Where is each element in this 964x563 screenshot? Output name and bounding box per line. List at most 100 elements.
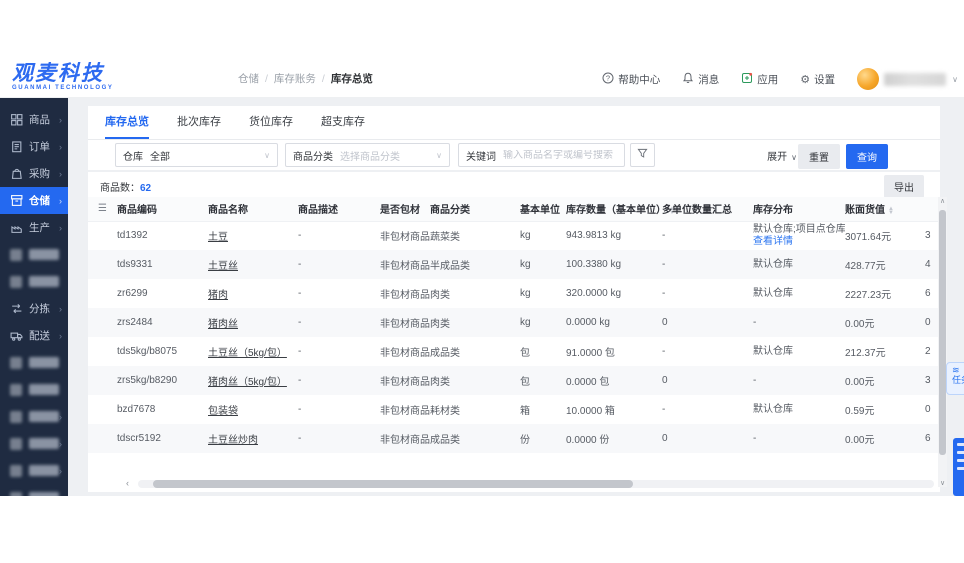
apps-button[interactable]: 应用	[741, 72, 778, 87]
tab-2[interactable]: 货位库存	[249, 106, 293, 139]
scroll-left-icon[interactable]: ‹	[126, 478, 129, 488]
filter-row: 仓库 全部 ∨ 商品分类 选择商品分类 ∨ 关键词 输入商品名字或编号搜索 展开…	[88, 140, 940, 170]
sidebar-nav: 商品 › 订单 › 采购 › 仓储 › 生产 › 分拣 › 配送 › › › ›	[0, 98, 68, 496]
cell-unit: kg	[520, 288, 531, 299]
settings-button[interactable]: ⚙ 设置	[800, 72, 835, 87]
cell-multi: -	[662, 250, 753, 279]
tab-0[interactable]: 库存总览	[105, 106, 149, 139]
sidebar-item-label: 订单	[29, 141, 50, 153]
product-name-link[interactable]: 土豆丝（5kg/包）	[208, 348, 287, 359]
warehouse-select[interactable]: 仓库 全部 ∨	[115, 143, 278, 167]
sidebar-item-redacted[interactable]: ›	[0, 403, 68, 430]
tab-1[interactable]: 批次库存	[177, 106, 221, 139]
product-name-link[interactable]: 土豆	[208, 232, 228, 243]
sidebar-item-delivery[interactable]: 配送 ›	[0, 322, 68, 349]
horizontal-scroll-thumb[interactable]	[153, 480, 633, 488]
product-name-link[interactable]: 土豆丝	[208, 261, 238, 272]
sidebar-item-orders[interactable]: 订单 ›	[0, 133, 68, 160]
cell-value: 212.37元	[845, 348, 886, 359]
chevron-right-icon: ›	[59, 195, 62, 206]
table-row: bzd7678 包装袋 - 非包材商品 耗材类箱 10.0000 箱 - 默认仓库 0.59元 0	[88, 395, 940, 424]
cell-qty: 100.3380 kg	[566, 250, 662, 279]
side-panel-tab[interactable]	[953, 438, 964, 496]
chevron-right-icon: ›	[59, 114, 62, 125]
query-button[interactable]: 查询	[846, 144, 888, 169]
cell-handle	[88, 308, 117, 337]
breadcrumb-level2[interactable]: 库存账务	[274, 73, 316, 85]
sort-value-icon[interactable]: ▲ ▼	[888, 206, 894, 216]
cell-desc: -	[298, 404, 302, 415]
cell-unit: 包	[520, 348, 530, 359]
gear-icon: ⚙	[800, 73, 811, 86]
sidebar-item-label: 配送	[29, 330, 50, 342]
product-name-link[interactable]: 猪肉丝（5kg/包）	[208, 377, 287, 388]
cell-desc: -	[298, 288, 302, 299]
cell-qty: 320.0000 kg	[566, 288, 622, 299]
cell-value: 2227.23元	[845, 290, 892, 301]
tab-bar: 库存总览 批次库存 货位库存 超支库存	[88, 106, 940, 140]
horizontal-scrollbar[interactable]: ‹ ›	[126, 478, 934, 488]
view-detail-link[interactable]: 查看详情	[753, 236, 793, 247]
cell-category: 成品类	[430, 348, 460, 359]
sidebar-item-redacted[interactable]: ›	[0, 430, 68, 457]
scroll-up-icon[interactable]: ∧	[938, 197, 947, 205]
cell-code: zr6299	[117, 288, 148, 299]
export-button[interactable]: 导出	[884, 175, 924, 198]
sidebar-item-label: 分拣	[29, 303, 50, 315]
product-name-link[interactable]: 包装袋	[208, 406, 238, 417]
help-center-button[interactable]: ? 帮助中心	[602, 72, 660, 87]
sidebar-item-redacted[interactable]: ›	[0, 457, 68, 484]
advanced-filter-button[interactable]	[630, 143, 655, 167]
breadcrumb-level1[interactable]: 仓储	[238, 73, 259, 85]
task-float-button[interactable]: ≋ 任务	[946, 362, 964, 395]
cell-category: 肉类	[430, 308, 520, 337]
reset-button[interactable]: 重置	[798, 144, 840, 169]
product-name-link[interactable]: 猪肉丝	[208, 319, 238, 330]
chevron-right-icon: ›	[59, 303, 62, 314]
cell-multi: -	[662, 453, 753, 459]
product-name-link[interactable]: 猪肉	[208, 290, 228, 301]
inventory-table: ☰ 商品编码 商品名称 商品描述 是否包材 商品分类 基本单位 库存数量（基本单…	[88, 197, 940, 459]
sidebar-item-redacted[interactable]	[0, 484, 68, 496]
cell-unit: 包	[520, 453, 566, 459]
cell-qty: 0.0000 kg	[566, 308, 662, 337]
table-row: zrs5kg/b8290 猪肉丝（5kg/包） - 非包材商品 肉类包 0.0000 包0…	[88, 366, 940, 395]
sidebar-item-warehouse[interactable]: 仓储 ›	[0, 187, 68, 214]
product-name-link[interactable]: 土豆丝炒肉	[208, 435, 258, 446]
chevron-right-icon: ›	[59, 411, 62, 422]
scroll-down-icon[interactable]: ∨	[938, 479, 947, 487]
cell-handle	[88, 424, 117, 453]
column-settings-icon[interactable]: ☰	[88, 203, 107, 214]
cell-handle	[88, 337, 117, 366]
keyword-input[interactable]	[503, 149, 617, 161]
vertical-scroll-thumb[interactable]	[939, 210, 946, 455]
sidebar-item-sorting[interactable]: 分拣 ›	[0, 295, 68, 322]
redacted-label	[29, 357, 59, 368]
category-select-placeholder: 选择商品分类	[340, 151, 400, 163]
cell-pack: 非包材商品	[380, 453, 430, 459]
sidebar-item-redacted[interactable]	[0, 241, 68, 268]
redacted-label	[29, 411, 59, 422]
chevron-right-icon: ›	[59, 438, 62, 449]
main-content: 库存总览 批次库存 货位库存 超支库存 仓库 全部 ∨ 商品分类 选择商品分类 ∨ 关…	[68, 98, 964, 496]
expand-filters-link[interactable]: 展开 ∨	[767, 148, 797, 163]
tab-3[interactable]: 超支库存	[321, 106, 365, 139]
chevron-down-icon: ∨	[264, 150, 270, 160]
sidebar-item-redacted[interactable]	[0, 349, 68, 376]
vertical-scrollbar[interactable]: ∧ ∨	[938, 197, 947, 487]
messages-button[interactable]: 消息	[682, 72, 719, 87]
col-distribution: 库存分布	[753, 197, 845, 222]
chevron-down-icon[interactable]: ∨	[952, 75, 958, 84]
cell-qty: 0.0000 份	[566, 424, 662, 453]
redacted-icon	[10, 491, 22, 496]
sidebar-item-goods[interactable]: 商品 ›	[0, 106, 68, 133]
sidebar-item-redacted[interactable]	[0, 268, 68, 295]
cell-handle	[88, 366, 117, 395]
sidebar-item-purchase[interactable]: 采购 ›	[0, 160, 68, 187]
sidebar-item-production[interactable]: 生产 ›	[0, 214, 68, 241]
sidebar-item-redacted[interactable]	[0, 376, 68, 403]
cell-distribution: 默认仓库	[753, 287, 793, 299]
user-avatar[interactable]	[857, 68, 880, 90]
category-select[interactable]: 商品分类 选择商品分类 ∨	[285, 143, 450, 167]
cell-name: 猪肉	[208, 279, 298, 308]
